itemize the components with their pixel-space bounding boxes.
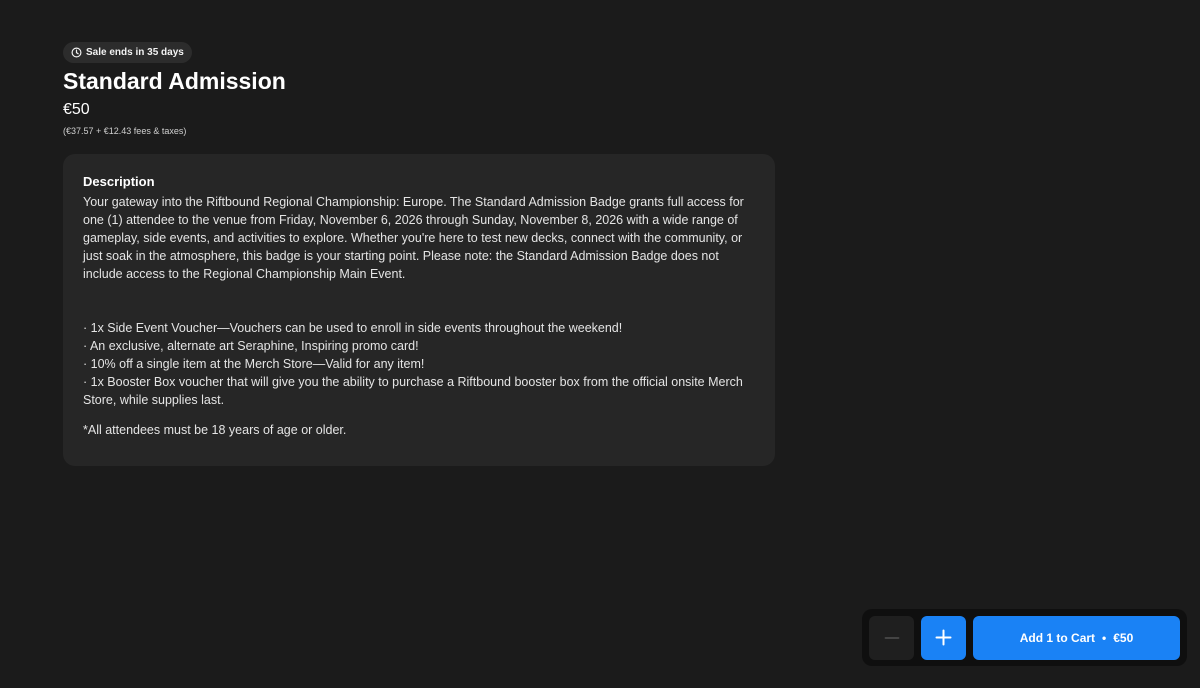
increase-quantity-button[interactable] bbox=[921, 615, 966, 660]
perk-list: · 1x Side Event Voucher—Vouchers can be … bbox=[83, 319, 755, 409]
sale-badge-text: Sale ends in 35 days bbox=[86, 47, 184, 58]
ticket-page: Sale ends in 35 days Standard Admission … bbox=[0, 0, 1200, 688]
sale-badge: Sale ends in 35 days bbox=[63, 42, 192, 63]
description-body: Your gateway into the Riftbound Regional… bbox=[83, 193, 755, 439]
ticket-price: €50 bbox=[63, 101, 90, 118]
perk-item: · 1x Side Event Voucher—Vouchers can be … bbox=[83, 321, 623, 335]
separator-dot: • bbox=[1102, 630, 1107, 645]
add-to-cart-button[interactable]: Add 1 to Cart • €50 bbox=[973, 615, 1180, 660]
minus-icon bbox=[884, 636, 899, 639]
perk-item: · 10% off a single item at the Merch Sto… bbox=[83, 357, 425, 371]
clock-icon bbox=[71, 47, 82, 58]
add-to-cart-price: €50 bbox=[1113, 630, 1134, 645]
fees-breakdown: (€37.57 + €12.43 fees & taxes) bbox=[63, 126, 187, 136]
cart-bar: Add 1 to Cart • €50 bbox=[862, 609, 1187, 666]
description-card: Description Your gateway into the Riftbo… bbox=[63, 154, 775, 466]
add-to-cart-label: Add 1 to Cart bbox=[1019, 630, 1096, 645]
page-title: Standard Admission bbox=[63, 68, 286, 94]
perk-item: · 1x Booster Box voucher that will give … bbox=[83, 375, 743, 407]
decrease-quantity-button[interactable] bbox=[869, 615, 914, 660]
plus-icon bbox=[935, 629, 952, 646]
description-paragraph: Your gateway into the Riftbound Regional… bbox=[83, 195, 744, 281]
perk-item: · An exclusive, alternate art Seraphine,… bbox=[83, 339, 419, 353]
age-requirement-note: *All attendees must be 18 years of age o… bbox=[83, 423, 347, 437]
description-heading: Description bbox=[83, 174, 155, 189]
